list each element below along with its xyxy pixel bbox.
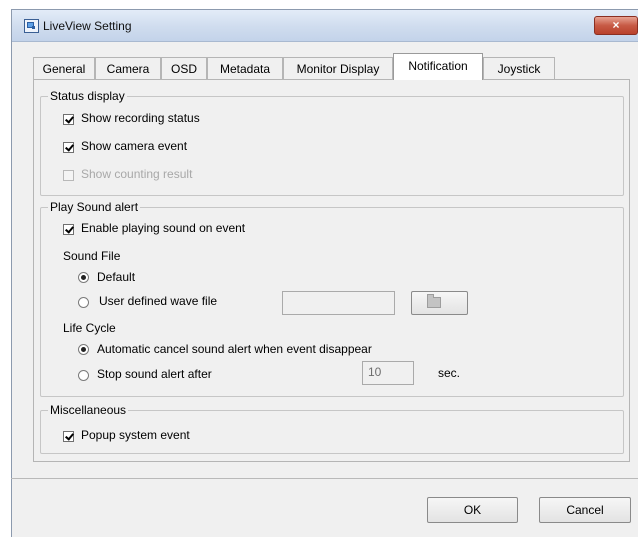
tab-monitor-display[interactable]: Monitor Display (283, 57, 393, 79)
show-camera-event-checkbox[interactable] (63, 142, 74, 153)
window-title: LiveView Setting (43, 19, 132, 33)
show-recording-status-checkbox[interactable] (63, 114, 74, 125)
tab-general[interactable]: General (33, 57, 95, 79)
separator (11, 478, 638, 479)
user-defined-sound-label[interactable]: User defined wave file (99, 294, 217, 308)
tab-camera[interactable]: Camera (95, 57, 161, 79)
tab-metadata[interactable]: Metadata (207, 57, 283, 79)
stop-after-radio[interactable] (78, 370, 89, 381)
seconds-unit-label: sec. (438, 366, 461, 380)
show-counting-result-checkbox (63, 170, 74, 181)
title-bar[interactable]: LiveView Setting × (12, 10, 638, 42)
miscellaneous-legend: Miscellaneous (48, 403, 129, 417)
enable-sound-label[interactable]: Enable playing sound on event (81, 221, 245, 235)
show-recording-status-label[interactable]: Show recording status (81, 111, 200, 125)
sound-file-heading: Sound File (63, 249, 121, 263)
auto-cancel-radio[interactable] (78, 344, 89, 355)
browse-wave-file-button (411, 291, 468, 315)
popup-system-event-label[interactable]: Popup system event (81, 428, 190, 442)
tab-notification[interactable]: Notification (393, 53, 483, 80)
stop-after-seconds-input: 10 (362, 361, 414, 385)
popup-system-event-checkbox[interactable] (63, 431, 74, 442)
user-defined-sound-radio[interactable] (78, 297, 89, 308)
wave-file-path-input (282, 291, 395, 315)
default-sound-radio[interactable] (78, 272, 89, 283)
folder-open-icon (427, 294, 441, 308)
tab-osd[interactable]: OSD (161, 57, 207, 79)
life-cycle-heading: Life Cycle (63, 321, 116, 335)
auto-cancel-label[interactable]: Automatic cancel sound alert when event … (97, 342, 372, 356)
default-sound-label[interactable]: Default (97, 270, 135, 284)
tab-joystick[interactable]: Joystick (483, 57, 555, 79)
cancel-button[interactable]: Cancel (539, 497, 631, 523)
play-sound-alert-legend: Play Sound alert (48, 200, 141, 214)
show-counting-result-label: Show counting result (81, 167, 193, 181)
app-icon (24, 19, 39, 33)
status-display-legend: Status display (48, 89, 127, 103)
close-button[interactable]: × (594, 16, 638, 35)
stop-after-label[interactable]: Stop sound alert after (97, 367, 212, 381)
ok-button[interactable]: OK (427, 497, 518, 523)
show-camera-event-label[interactable]: Show camera event (81, 139, 187, 153)
enable-sound-checkbox[interactable] (63, 224, 74, 235)
